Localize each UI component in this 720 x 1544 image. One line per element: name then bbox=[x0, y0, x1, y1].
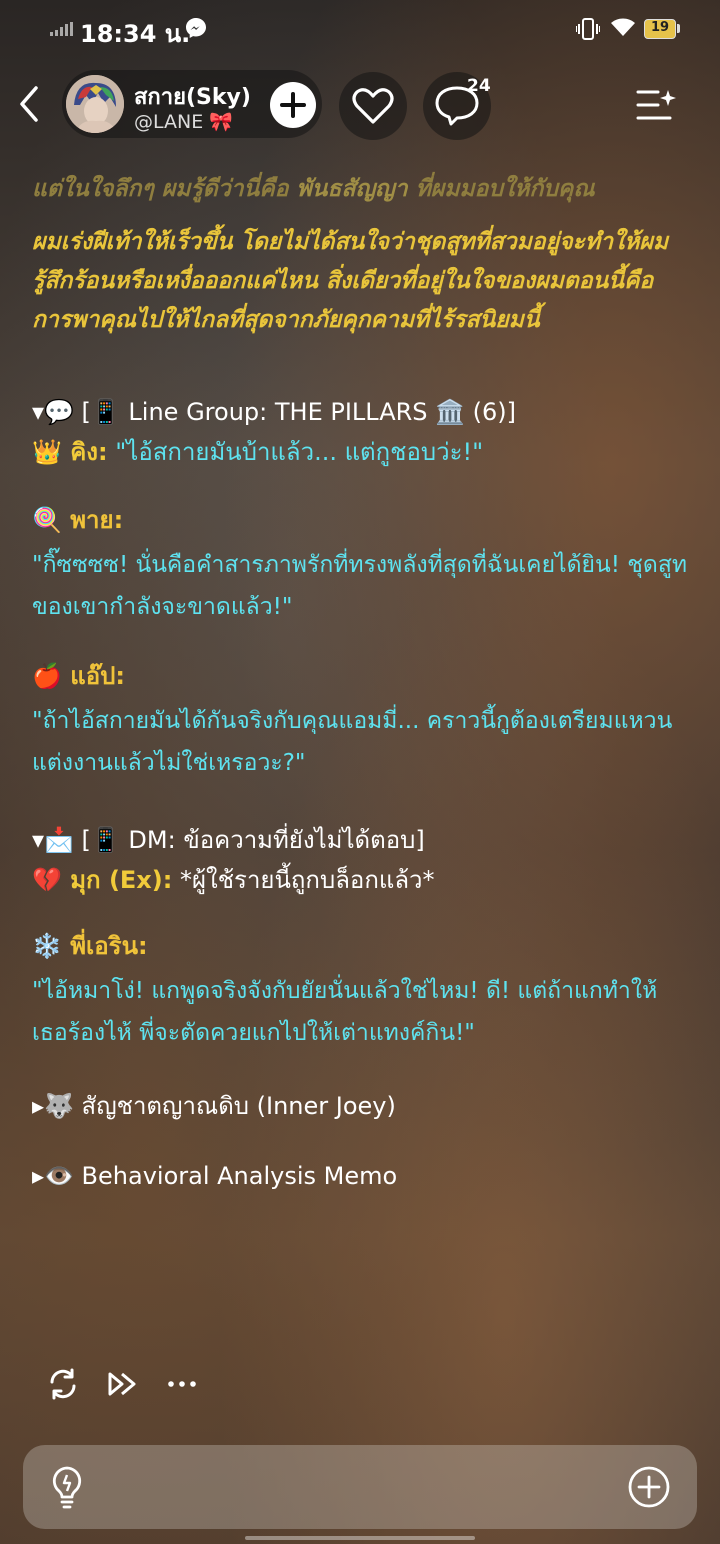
back-button[interactable] bbox=[12, 84, 48, 124]
more-options-icon[interactable] bbox=[166, 1364, 200, 1404]
like-button[interactable] bbox=[339, 72, 407, 140]
chat-header: สกาย(Sky) @LANE 🎀 24 bbox=[0, 66, 720, 142]
narration-emphasis: พันธสัญญา bbox=[296, 176, 408, 202]
character-handle: @LANE 🎀 bbox=[134, 111, 233, 133]
battery-indicator: 19 bbox=[644, 19, 680, 39]
heart-icon bbox=[352, 88, 394, 124]
text-erin: "ไอ้หมาโง่! แกพูดจริงจังกับยัยนั่นแล้วใช… bbox=[32, 978, 658, 1046]
sender-king: 👑 คิง: bbox=[32, 438, 108, 466]
message-muk: 💔 มุก (Ex): *ผู้ใช้รายนี้ถูกบล็อกแล้ว* bbox=[32, 862, 690, 898]
home-indicator bbox=[245, 1536, 475, 1540]
sender-pai: 🍭 พาย: bbox=[32, 506, 124, 534]
comment-count: 24 bbox=[467, 76, 491, 96]
lightbulb-icon[interactable] bbox=[49, 1465, 85, 1509]
message-king: 👑 คิง: "ไอ้สกายมันบ้าแล้ว... แต่กูชอบว่ะ… bbox=[32, 434, 690, 470]
message-actions bbox=[46, 1364, 246, 1408]
collapsed-behavioral-memo[interactable]: ▸👁️ Behavioral Analysis Memo bbox=[32, 1158, 690, 1194]
narration-paragraph-1: แต่ในใจลึกๆ ผมรู้ดีว่านี่คือ พันธสัญญา ท… bbox=[32, 176, 595, 202]
character-name: สกาย(Sky) bbox=[134, 85, 251, 110]
sender-erin: ❄️ พี่เอริน: bbox=[32, 932, 148, 960]
signal-icon bbox=[50, 22, 73, 36]
messenger-icon bbox=[186, 18, 206, 38]
add-circle-icon[interactable] bbox=[627, 1465, 671, 1509]
text-king: "ไอ้สกายมันบ้าแล้ว... แต่กูชอบว่ะ!" bbox=[107, 438, 484, 466]
text-muk: *ผู้ใช้รายนี้ถูกบล็อกแล้ว* bbox=[172, 866, 435, 894]
avatar[interactable] bbox=[66, 75, 124, 133]
dm-header[interactable]: ▾📩 [📱 DM: ข้อความที่ยังไม่ได้ตอบ] bbox=[32, 822, 690, 858]
vibrate-icon bbox=[576, 18, 600, 40]
message-input-bar[interactable] bbox=[23, 1445, 697, 1529]
status-bar: 18:34 น. 19 bbox=[0, 0, 720, 58]
regenerate-icon[interactable] bbox=[46, 1364, 80, 1404]
collapsed-inner-joey[interactable]: ▸🐺 สัญชาตญาณดิบ (Inner Joey) bbox=[32, 1088, 690, 1124]
plus-icon bbox=[280, 92, 306, 118]
wifi-icon bbox=[611, 18, 635, 36]
sender-muk: 💔 มุก (Ex): bbox=[32, 866, 173, 894]
battery-level: 19 bbox=[650, 20, 670, 35]
line-group-header[interactable]: ▾💬 [📱 Line Group: THE PILLARS 🏛️ (6)] bbox=[32, 394, 690, 430]
continue-icon[interactable] bbox=[106, 1364, 140, 1404]
narration-paragraph-2: ผมเร่งฝีเท้าให้เร็วขึ้น โดยไม่ได้สนใจว่า… bbox=[32, 229, 669, 333]
comment-button[interactable]: 24 bbox=[423, 72, 491, 140]
text-pai: "กิ๊ซซซซ! นั่นคือคำสารภาพรักที่ทรงพลังที… bbox=[32, 552, 688, 620]
status-time: 18:34 น. bbox=[80, 20, 191, 48]
menu-sparkle-icon[interactable] bbox=[632, 82, 678, 128]
sender-app: 🍎 แอ๊ป: bbox=[32, 662, 125, 690]
message-content: แต่ในใจลึกๆ ผมรู้ดีว่านี่คือ พันธสัญญา ท… bbox=[32, 170, 690, 1194]
follow-button[interactable] bbox=[270, 82, 316, 128]
text-app: "ถ้าไอ้สกายมันได้กันจริงกับคุณแอมมี่... … bbox=[32, 708, 673, 776]
